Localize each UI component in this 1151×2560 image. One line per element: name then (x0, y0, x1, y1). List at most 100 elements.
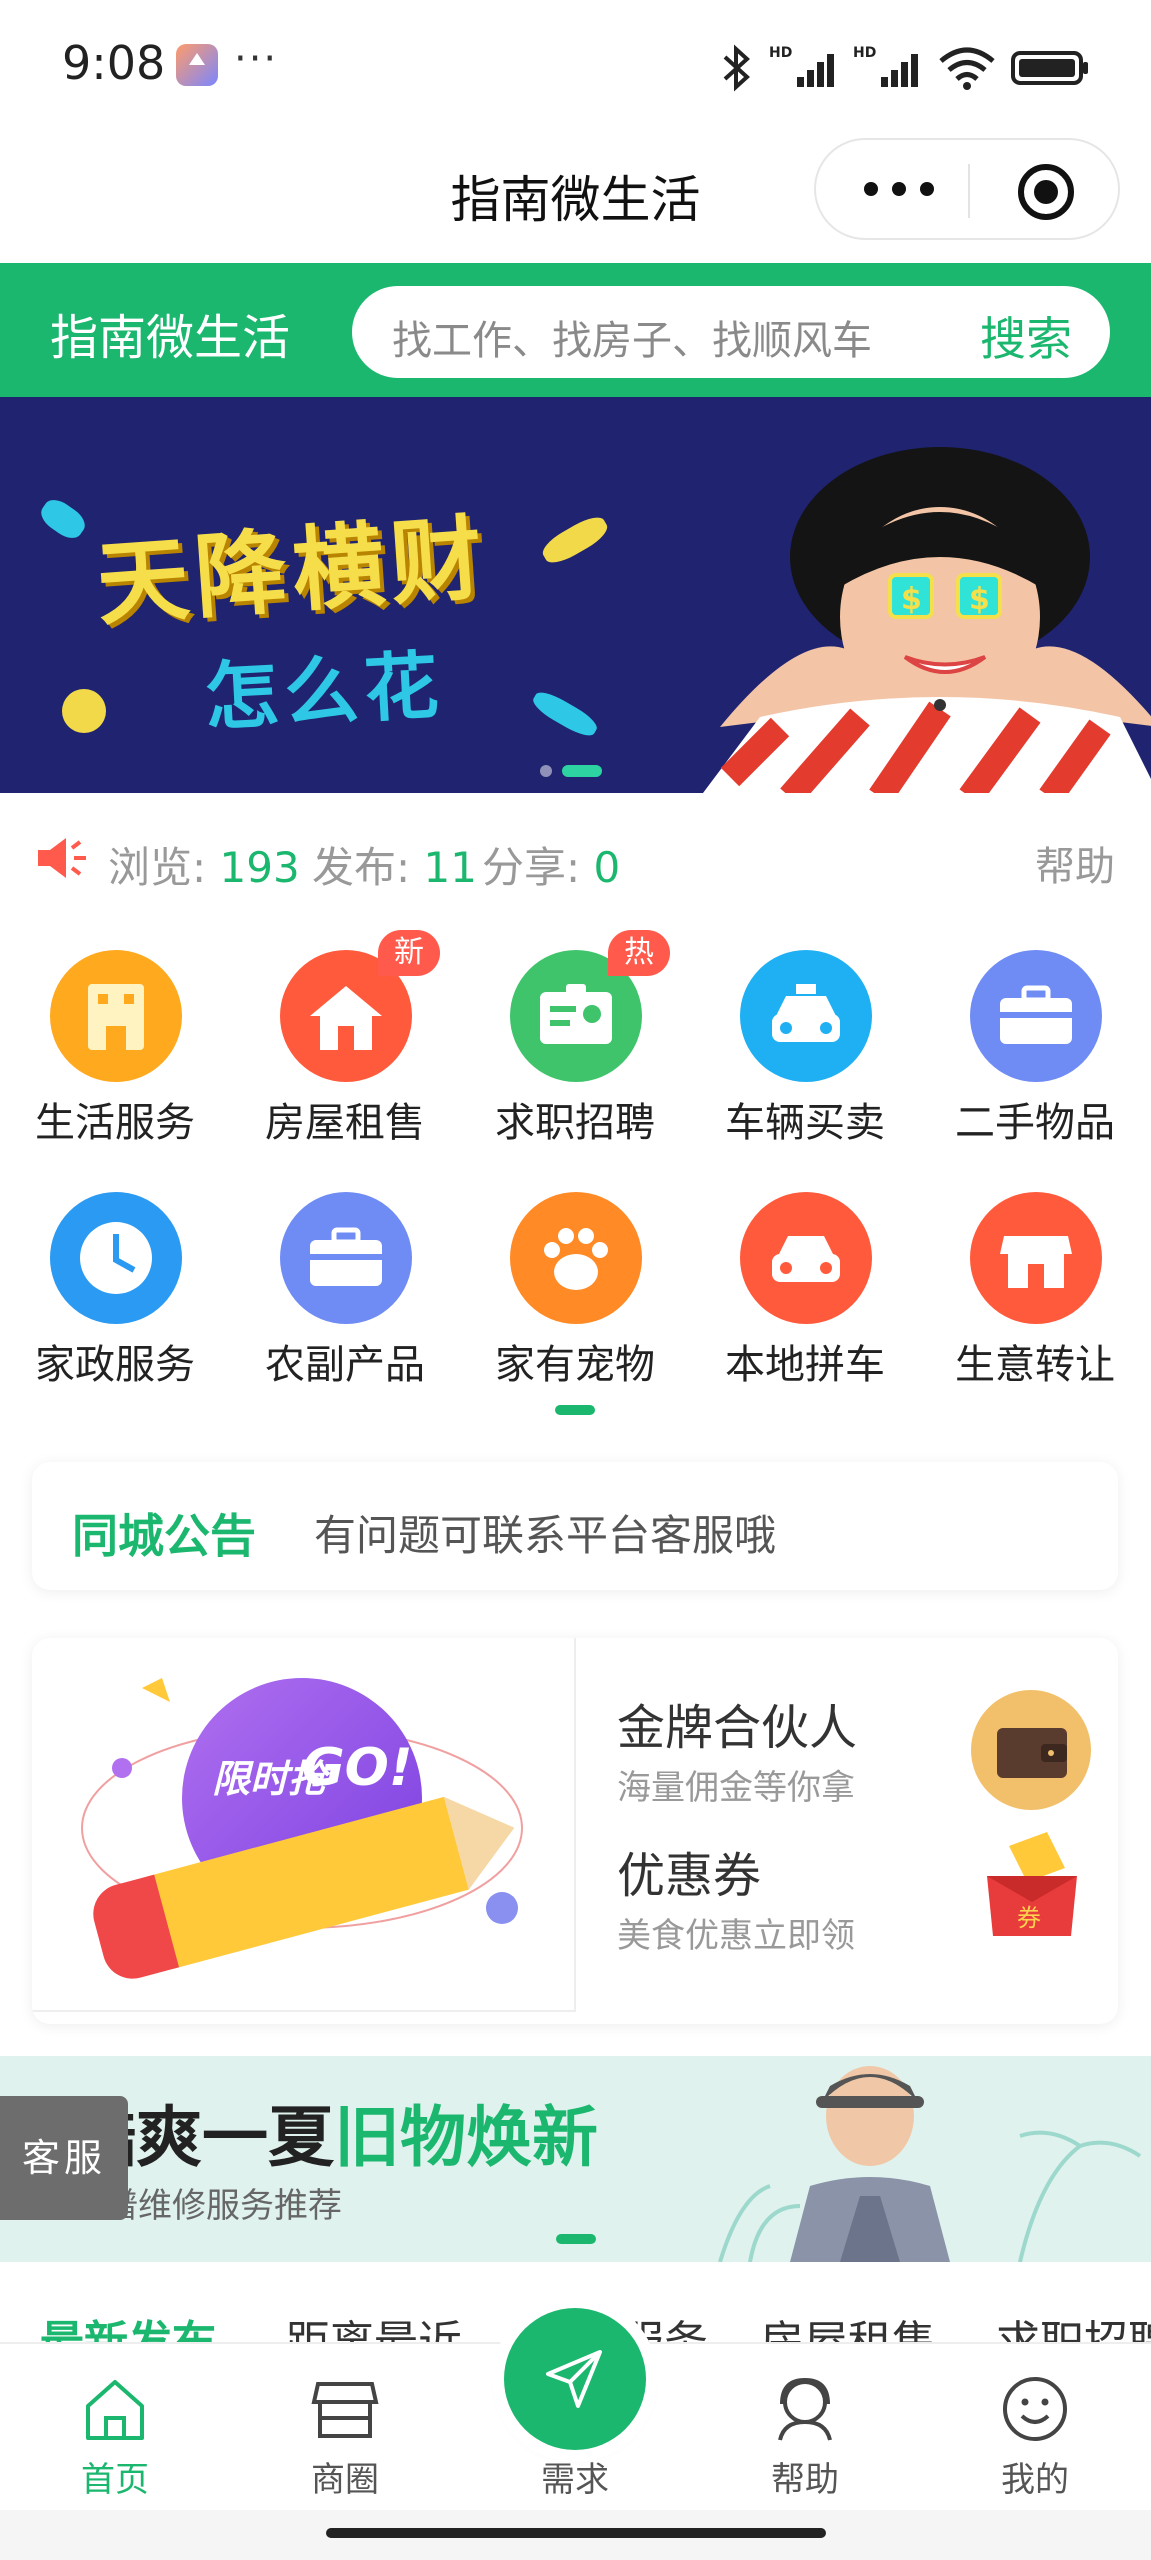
tab-label: 我的 (1001, 2460, 1069, 2500)
notice-text: 有问题可联系平台客服哦 (314, 1511, 777, 1560)
search-header: 指南微生活 找工作、找房子、找顺风车 搜索 (0, 263, 1151, 397)
repair-banner-title: 酷爽一夏旧物焕新 (70, 2099, 598, 2176)
category-carpool[interactable]: 本地拼车 (690, 1172, 920, 1388)
status-bar: 9:08 ··· HD HD (0, 0, 1151, 130)
category-jobs[interactable]: 热 求职招聘 (460, 930, 690, 1146)
battery-icon (1011, 51, 1088, 85)
banner-decoration (36, 494, 90, 544)
car-icon (740, 1192, 872, 1324)
post-demand-button[interactable] (504, 2308, 646, 2450)
coupon-card[interactable]: 优惠券 美食优惠立即领 券 (617, 1832, 1097, 2006)
repair-banner[interactable]: 酷爽一夏旧物焕新 靠谱维修服务推荐 (0, 2056, 1151, 2262)
city-notice[interactable]: 同城公告 有问题可联系平台客服哦 (32, 1462, 1118, 1590)
category-agri-products[interactable]: 农副产品 (230, 1172, 460, 1388)
category-label: 二手物品 (955, 1100, 1115, 1146)
promo-subtitle: 美食优惠立即领 (617, 1916, 855, 1956)
brand-name: 指南微生活 (50, 310, 291, 366)
search-input[interactable]: 找工作、找房子、找顺风车 (392, 308, 872, 366)
speaker-icon (38, 838, 86, 878)
signal-icon-2: HD (853, 45, 918, 87)
paper-plane-icon (546, 2350, 602, 2408)
banner-subheadline: 怎么花 (202, 642, 447, 742)
stats-row: 浏览: 193 发布: 11 分享: 0 帮助 (0, 800, 1151, 910)
notice-title: 同城公告 (72, 1509, 256, 1563)
shares-stat: 分享: 0 (482, 843, 621, 892)
new-badge: 新 (378, 930, 440, 976)
svg-text:$: $ (901, 582, 922, 617)
close-mini-program-button[interactable] (1018, 164, 1074, 220)
category-grid: 生活服务 新 房屋租售 热 求职招聘 车辆买卖 二手物品 家政服务 农副产品 家… (0, 930, 1151, 1415)
capsule-divider (968, 164, 970, 218)
category-label: 农副产品 (265, 1342, 425, 1388)
repair-banner-indicator (556, 2234, 596, 2244)
briefcase-icon (970, 950, 1102, 1082)
status-time: 9:08 (62, 36, 166, 90)
signal-icon: HD (769, 45, 834, 87)
paw-icon (510, 1192, 642, 1324)
category-life-services[interactable]: 生活服务 (0, 930, 230, 1146)
category-label: 家政服务 (35, 1342, 195, 1388)
hot-badge: 热 (608, 930, 670, 976)
search-box[interactable]: 找工作、找房子、找顺风车 搜索 (352, 286, 1110, 378)
tab-home[interactable]: 首页 (0, 2344, 230, 2512)
views-stat: 浏览: 193 (108, 843, 300, 892)
tab-label: 商圈 (311, 2460, 379, 2500)
promo-panel: 限时抢 GO! 金牌合伙人 海量佣金等你拿 优惠券 美食优惠立即领 券 (32, 1638, 1118, 2024)
status-more-indicator: ··· (234, 36, 279, 82)
app-notification-icon (176, 44, 218, 86)
svg-text:HD: HD (853, 45, 876, 61)
category-label: 本地拼车 (725, 1342, 885, 1388)
filter-housing[interactable]: 房屋租售 (760, 2306, 936, 2342)
filter-nearest[interactable]: 距离最近 (286, 2306, 462, 2342)
tab-business-circle[interactable]: 商圈 (230, 2344, 460, 2512)
category-housing[interactable]: 新 房屋租售 (230, 930, 460, 1146)
home-indicator[interactable] (326, 2528, 826, 2538)
flash-sale-card[interactable]: 限时抢 GO! (32, 1638, 576, 2012)
grid-page-indicator (555, 1405, 595, 1415)
tab-profile[interactable]: 我的 (920, 2344, 1150, 2512)
category-label: 家有宠物 (495, 1342, 655, 1388)
posts-stat: 发布: 11 (312, 843, 477, 892)
promo-title: 金牌合伙人 (617, 1700, 858, 1756)
category-business-transfer[interactable]: 生意转让 (920, 1172, 1150, 1388)
filter-latest[interactable]: 最新发布 (40, 2306, 216, 2342)
promo-title: 优惠券 (617, 1848, 762, 1904)
category-label: 生活服务 (35, 1100, 195, 1146)
promo-banner[interactable]: 天降横财 怎么花 $ $ (0, 397, 1151, 793)
taxi-icon (740, 950, 872, 1082)
filter-services[interactable]: 服务 (620, 2306, 708, 2342)
banner-decoration (62, 689, 106, 733)
category-vehicles[interactable]: 车辆买卖 (690, 930, 920, 1146)
more-options-button[interactable] (860, 174, 940, 204)
help-link[interactable]: 帮助 (1035, 834, 1115, 892)
promo-subtitle: 海量佣金等你拿 (617, 1768, 855, 1808)
banner-headline: 天降横财 (93, 503, 492, 639)
category-housekeeping[interactable]: 家政服务 (0, 1172, 230, 1388)
tab-help[interactable]: 帮助 (690, 2344, 920, 2512)
capsule-menu (814, 138, 1120, 240)
category-second-hand[interactable]: 二手物品 (920, 930, 1150, 1146)
coupon-label: 券 (1017, 1904, 1041, 1932)
search-button[interactable]: 搜索 (980, 303, 1072, 369)
category-label: 车辆买卖 (725, 1100, 885, 1146)
tab-label: 首页 (81, 2460, 149, 2500)
go-text: GO! (302, 1738, 413, 1798)
mini-program-header: 指南微生活 (0, 130, 1151, 260)
clock-icon (50, 1192, 182, 1324)
building-icon (50, 950, 182, 1082)
tab-label: 需求 (541, 2460, 609, 2500)
wifi-icon (939, 47, 995, 90)
category-label: 生意转让 (955, 1342, 1115, 1388)
svg-text:$: $ (969, 582, 990, 617)
category-pets[interactable]: 家有宠物 (460, 1172, 690, 1388)
briefcase-icon (280, 1192, 412, 1324)
store-icon (311, 2382, 379, 2438)
support-icon (778, 2377, 832, 2441)
filter-jobs[interactable]: 求职招聘 (996, 2306, 1151, 2342)
status-icons: HD HD (719, 40, 1091, 96)
banner-page-indicator (540, 765, 602, 777)
coupon-icon: 券 (969, 1826, 1093, 1950)
bluetooth-icon (723, 44, 750, 92)
repairman-illustration (718, 2066, 1142, 2262)
customer-service-button[interactable]: 客服 (0, 2096, 128, 2220)
